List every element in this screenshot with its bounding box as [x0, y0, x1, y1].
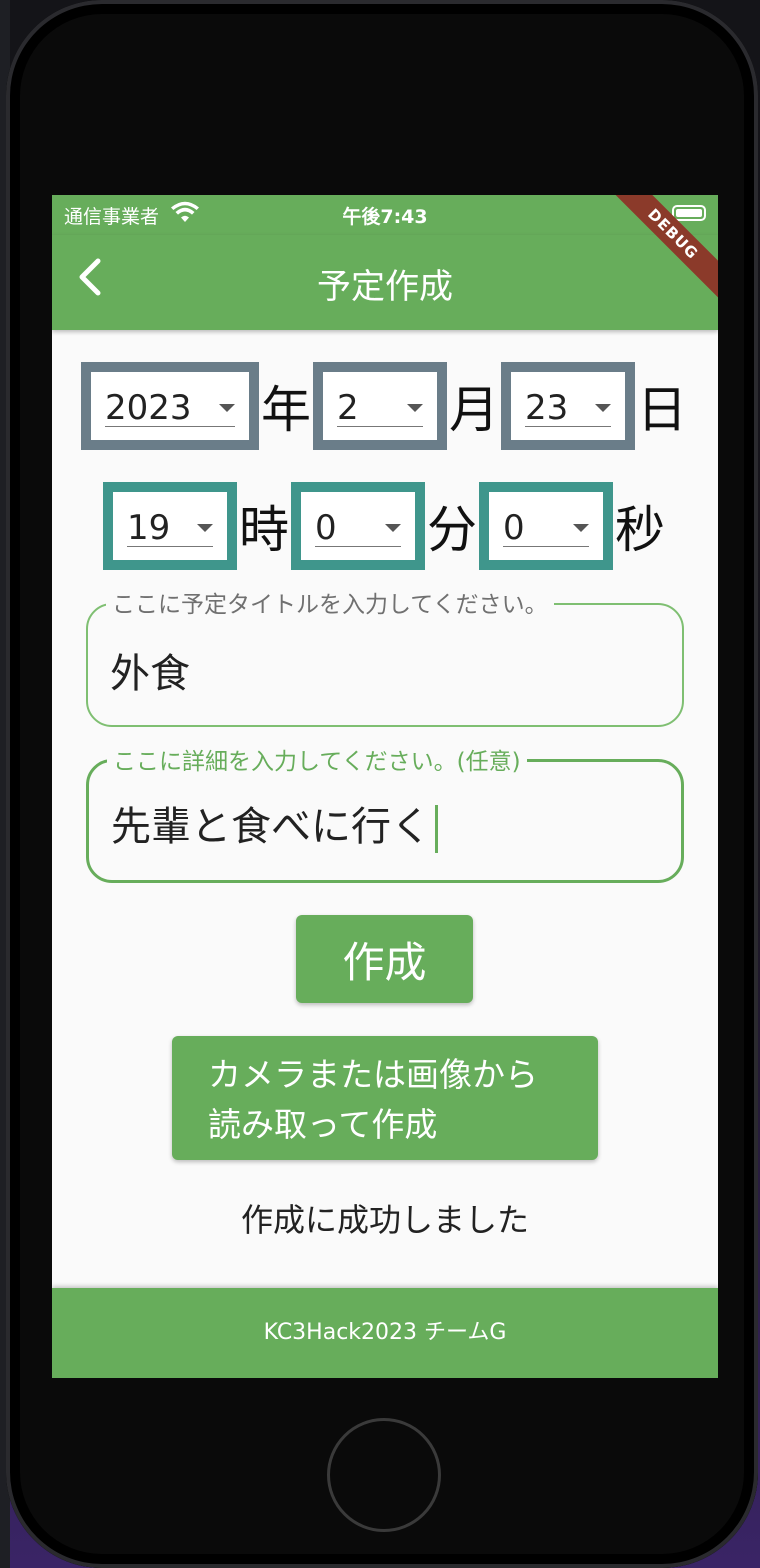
- dropdown-arrow-icon: [407, 404, 423, 412]
- hour-value: 19: [127, 508, 171, 548]
- second-unit-label: 秒: [615, 501, 665, 559]
- year-value: 2023: [105, 388, 192, 428]
- create-button[interactable]: 作成: [296, 915, 473, 1003]
- minute-value: 0: [315, 508, 337, 548]
- hour-dropdown[interactable]: 19: [127, 508, 213, 548]
- month-unit-label: 月: [449, 381, 499, 439]
- detail-field-value: 先輩と食べに行く: [111, 804, 431, 850]
- month-value: 2: [337, 388, 359, 428]
- title-field-value: 外食: [110, 651, 190, 697]
- camera-button-line2: 読み取って作成: [208, 1105, 438, 1144]
- result-message: 作成に成功しました: [240, 1201, 529, 1239]
- detail-field-label: ここに詳細を入力してください。(任意): [107, 742, 527, 776]
- time-row: 19 時 0 分 0 秒: [52, 482, 718, 570]
- second-value: 0: [503, 508, 525, 548]
- battery-icon: [672, 205, 706, 221]
- month-dropdown[interactable]: 2: [337, 388, 423, 428]
- minute-unit-label: 分: [427, 501, 477, 559]
- year-dropdown-box: 2023: [81, 362, 259, 450]
- title-field-label: ここに予定タイトルを入力してください。: [106, 585, 554, 619]
- status-bar: 通信事業者 午後7:43: [52, 195, 718, 235]
- dropdown-arrow-icon: [573, 524, 589, 532]
- app-screen: 通信事業者 午後7:43 予定作成 DEBUG 2023 年 2 月 23 日 …: [52, 195, 718, 1378]
- month-dropdown-box: 2: [313, 362, 447, 450]
- camera-create-button[interactable]: カメラまたは画像から 読み取って作成: [172, 1036, 598, 1160]
- page-title: 予定作成: [317, 267, 453, 307]
- year-unit-label: 年: [261, 381, 311, 439]
- year-dropdown[interactable]: 2023: [105, 388, 235, 428]
- hour-unit-label: 時: [239, 501, 289, 559]
- text-cursor: [435, 805, 438, 853]
- create-button-label: 作成: [342, 937, 427, 987]
- dropdown-arrow-icon: [219, 404, 235, 412]
- day-dropdown-box: 23: [501, 362, 635, 450]
- dropdown-arrow-icon: [595, 404, 611, 412]
- day-dropdown[interactable]: 23: [525, 388, 611, 428]
- day-unit-label: 日: [637, 381, 687, 439]
- minute-dropdown-box: 0: [291, 482, 425, 570]
- date-row: 2023 年 2 月 23 日: [52, 362, 718, 450]
- status-time: 午後7:43: [342, 206, 428, 228]
- hour-dropdown-box: 19: [103, 482, 237, 570]
- camera-button-line1: カメラまたは画像から: [208, 1055, 538, 1094]
- home-button[interactable]: [327, 1418, 441, 1532]
- second-dropdown-box: 0: [479, 482, 613, 570]
- title-field[interactable]: ここに予定タイトルを入力してください。 外食: [86, 585, 684, 727]
- day-value: 23: [525, 388, 569, 428]
- detail-field[interactable]: ここに詳細を入力してください。(任意) 先輩と食べに行く: [86, 742, 684, 883]
- dropdown-arrow-icon: [197, 524, 213, 532]
- footer-bar: KC3Hack2023 チームG: [52, 1288, 718, 1378]
- second-dropdown[interactable]: 0: [503, 508, 589, 548]
- app-bar: 予定作成: [52, 235, 718, 330]
- minute-dropdown[interactable]: 0: [315, 508, 401, 548]
- dropdown-arrow-icon: [385, 524, 401, 532]
